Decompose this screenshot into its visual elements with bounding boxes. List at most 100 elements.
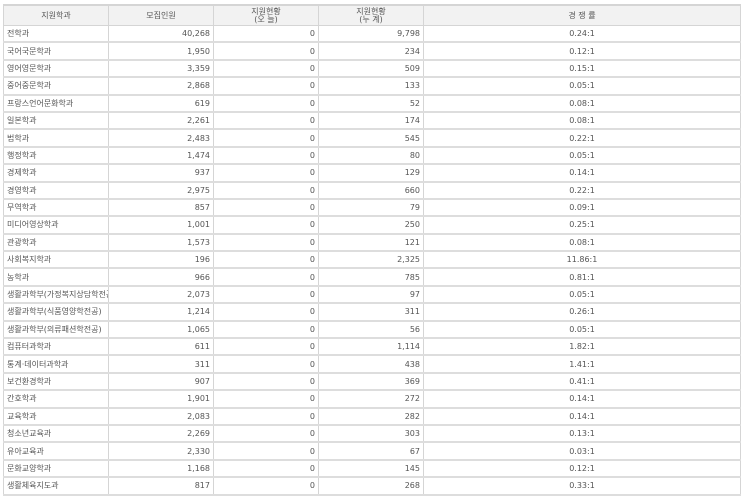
quota-cell: 2,083 xyxy=(108,407,214,427)
total-count-cell: 67 xyxy=(318,441,424,461)
table-row: 경제학과 937 0 129 0.14:1 xyxy=(3,163,741,183)
table-row: 생활과학부(식품영양학전공) 1,214 0 311 0.26:1 xyxy=(3,302,741,322)
today-count-cell: 0 xyxy=(213,181,319,200)
department-cell: 교육학과 xyxy=(3,407,109,427)
table-row: 농학과 966 0 785 0.81:1 xyxy=(3,267,741,287)
table-row: 관광학과 1,573 0 121 0.08:1 xyxy=(3,233,741,253)
total-count-cell: 9,798 xyxy=(318,25,424,44)
ratio-cell: 0.26:1 xyxy=(423,302,741,322)
table-row: 프랑스언어문화학과 619 0 52 0.08:1 xyxy=(3,94,741,113)
quota-cell: 311 xyxy=(108,354,214,374)
department-cell: 청소년교육과 xyxy=(3,424,109,444)
today-count-cell: 0 xyxy=(213,407,319,427)
ratio-cell: 1.82:1 xyxy=(423,337,741,357)
today-count-cell: 0 xyxy=(213,163,319,183)
department-cell: 농학과 xyxy=(3,267,109,287)
table-row: 중어중문학과 2,868 0 133 0.05:1 xyxy=(3,76,741,96)
quota-cell: 1,168 xyxy=(108,459,214,479)
ratio-cell: 0.08:1 xyxy=(423,94,741,113)
today-count-cell: 0 xyxy=(213,372,319,392)
today-count-cell: 0 xyxy=(213,285,319,305)
quota-cell: 611 xyxy=(108,337,214,357)
quota-cell: 196 xyxy=(108,250,214,270)
quota-cell: 40,268 xyxy=(108,25,214,44)
total-count-cell: 438 xyxy=(318,354,424,374)
table-row: 컴퓨터과학과 611 0 1,114 1.82:1 xyxy=(3,337,741,357)
table-row: 일본학과 2,261 0 174 0.08:1 xyxy=(3,111,741,131)
table-row: 생활과학부(가정복지상담학전공) 2,073 0 97 0.05:1 xyxy=(3,285,741,305)
today-count-cell: 0 xyxy=(213,233,319,253)
total-count-cell: 145 xyxy=(318,459,424,479)
header-today-line2: (오 늘) xyxy=(254,14,278,24)
ratio-cell: 0.13:1 xyxy=(423,424,741,444)
today-count-cell: 0 xyxy=(213,94,319,113)
total-count-cell: 369 xyxy=(318,372,424,392)
today-count-cell: 0 xyxy=(213,389,319,409)
total-count-cell: 129 xyxy=(318,163,424,183)
today-count-cell: 0 xyxy=(213,424,319,444)
total-count-cell: 121 xyxy=(318,233,424,253)
total-count-cell: 250 xyxy=(318,215,424,235)
total-count-cell: 282 xyxy=(318,407,424,427)
department-cell: 법학과 xyxy=(3,128,109,148)
department-cell: 경제학과 xyxy=(3,163,109,183)
today-count-cell: 0 xyxy=(213,459,319,479)
ratio-cell: 0.09:1 xyxy=(423,198,741,218)
today-count-cell: 0 xyxy=(213,302,319,322)
quota-cell: 1,950 xyxy=(108,41,214,61)
table-row: 간호학과 1,901 0 272 0.14:1 xyxy=(3,389,741,409)
total-count-cell: 79 xyxy=(318,198,424,218)
today-count-cell: 0 xyxy=(213,320,319,340)
quota-cell: 2,269 xyxy=(108,424,214,444)
ratio-cell: 1.41:1 xyxy=(423,354,741,374)
quota-cell: 907 xyxy=(108,372,214,392)
ratio-cell: 0.05:1 xyxy=(423,76,741,96)
total-count-cell: 2,325 xyxy=(318,250,424,270)
ratio-cell: 0.08:1 xyxy=(423,233,741,253)
total-count-cell: 660 xyxy=(318,181,424,200)
department-cell: 간호학과 xyxy=(3,389,109,409)
table-row: 영어영문학과 3,359 0 509 0.15:1 xyxy=(3,59,741,79)
department-cell: 사회복지학과 xyxy=(3,250,109,270)
total-count-cell: 52 xyxy=(318,94,424,113)
department-cell: 중어중문학과 xyxy=(3,76,109,96)
table-row: 유아교육과 2,330 0 67 0.03:1 xyxy=(3,441,741,461)
today-count-cell: 0 xyxy=(213,198,319,218)
quota-cell: 2,261 xyxy=(108,111,214,131)
department-cell: 프랑스언어문화학과 xyxy=(3,94,109,113)
total-count-cell: 56 xyxy=(318,320,424,340)
table-row: 통계·데이터과학과 311 0 438 1.41:1 xyxy=(3,354,741,374)
quota-cell: 1,001 xyxy=(108,215,214,235)
quota-cell: 2,073 xyxy=(108,285,214,305)
today-count-cell: 0 xyxy=(213,41,319,61)
quota-cell: 3,359 xyxy=(108,59,214,79)
ratio-cell: 0.22:1 xyxy=(423,128,741,148)
total-count-cell: 234 xyxy=(318,41,424,61)
department-cell: 경영학과 xyxy=(3,181,109,200)
ratio-cell: 0.08:1 xyxy=(423,111,741,131)
table-row: 법학과 2,483 0 545 0.22:1 xyxy=(3,128,741,148)
today-count-cell: 0 xyxy=(213,337,319,357)
table-row: 보건환경학과 907 0 369 0.41:1 xyxy=(3,372,741,392)
today-count-cell: 0 xyxy=(213,128,319,148)
total-count-cell: 80 xyxy=(318,146,424,166)
today-count-cell: 0 xyxy=(213,250,319,270)
total-count-cell: 1,114 xyxy=(318,337,424,357)
total-count-cell: 174 xyxy=(318,111,424,131)
department-cell: 무역학과 xyxy=(3,198,109,218)
quota-cell: 2,330 xyxy=(108,441,214,461)
quota-cell: 1,474 xyxy=(108,146,214,166)
table-row: 생활과학부(의류패션학전공) 1,065 0 56 0.05:1 xyxy=(3,320,741,340)
quota-cell: 1,573 xyxy=(108,233,214,253)
today-count-cell: 0 xyxy=(213,215,319,235)
department-cell: 국어국문학과 xyxy=(3,41,109,61)
ratio-cell: 0.41:1 xyxy=(423,372,741,392)
quota-cell: 1,901 xyxy=(108,389,214,409)
table-header-row: 지원학과 모집인원 지원현황 (오 늘) 지원현황 (누 계) 경 쟁 률 xyxy=(3,4,741,26)
quota-cell: 1,214 xyxy=(108,302,214,322)
header-total-line2: (누 계) xyxy=(359,14,383,24)
application-status-table: 지원학과 모집인원 지원현황 (오 늘) 지원현황 (누 계) 경 쟁 률 전학과 4… xyxy=(3,4,741,496)
total-count-cell: 97 xyxy=(318,285,424,305)
quota-cell: 2,483 xyxy=(108,128,214,148)
header-ratio: 경 쟁 률 xyxy=(423,4,741,26)
